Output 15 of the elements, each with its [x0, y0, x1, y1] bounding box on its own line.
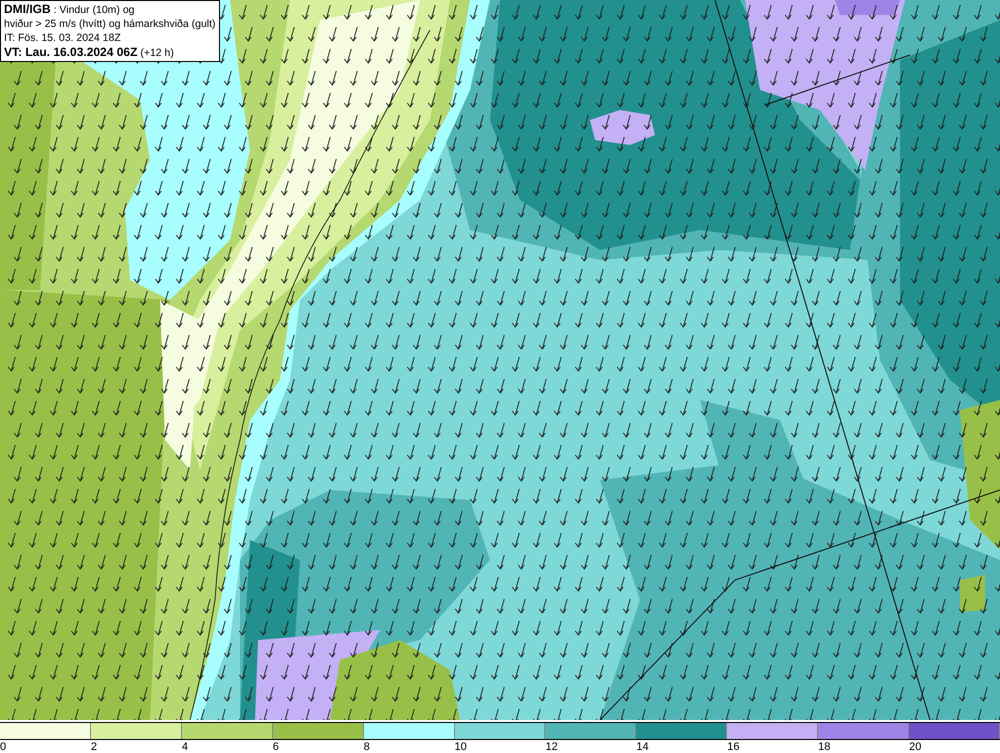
title-line: DMI/IGB : Vindur (10m) og	[4, 2, 136, 17]
legend-tick-label: 16	[727, 740, 740, 753]
legend-tick-label: 2	[90, 740, 98, 753]
title-line: VT: Lau. 16.03.2024 06Z (+12 h)	[4, 45, 175, 60]
legend-tick-label: 10	[454, 740, 467, 753]
legend-tick-label: 14	[636, 740, 649, 753]
legend-tick-label: 18	[818, 740, 830, 753]
legend-tick-label: 12	[545, 740, 558, 753]
title-line: IT: Fös. 15. 03. 2024 18Z	[4, 31, 122, 45]
title-line: hviður > 25 m/s (hvítt) og hámarkshviða (gult)	[4, 17, 216, 31]
legend-tick-label: 20	[909, 740, 922, 753]
legend-tick-label: 0	[0, 740, 6, 753]
legend-tick-label: 8	[364, 740, 370, 753]
legend-tick-label: 6	[272, 740, 279, 753]
legend-tick-label: 4	[182, 740, 188, 753]
